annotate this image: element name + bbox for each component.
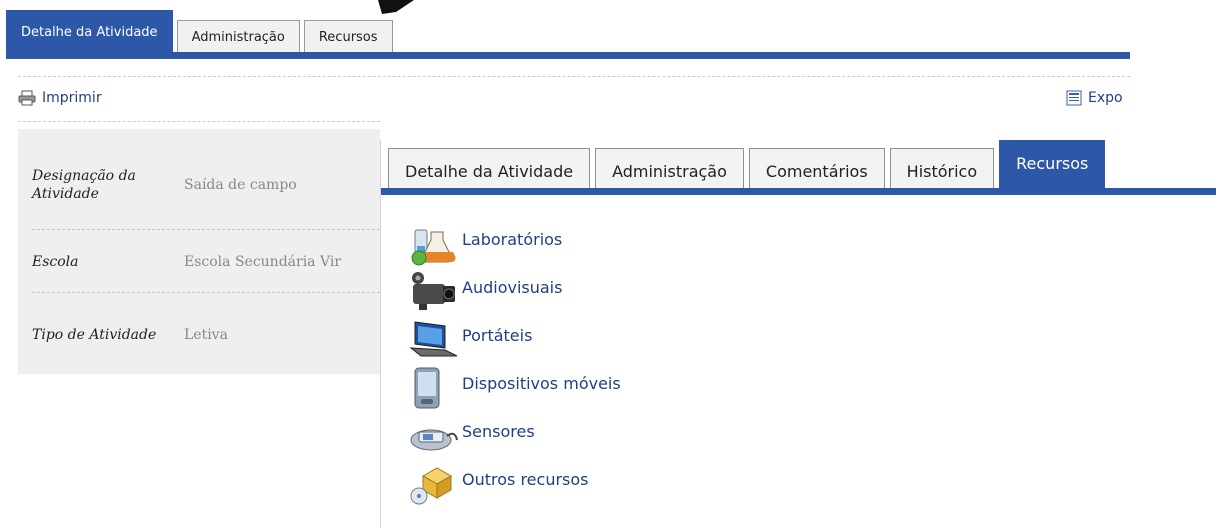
laboratory-icon [411,229,456,266]
list-item-outros-recursos[interactable]: Outros recursos [409,460,621,508]
activity-details-table: Designação da Atividade Saída de campo E… [18,129,380,374]
print-label: Imprimir [42,90,102,106]
print-link[interactable]: Imprimir [18,90,102,106]
list-item-laboratorios[interactable]: Laboratórios [409,220,621,268]
background-tab-bar: Detalhe da Atividade Administração Recur… [6,10,397,54]
detail-label: Tipo de Atividade [32,327,157,343]
detail-row-designacao: Designação da Atividade Saída de campo [18,133,380,237]
resource-label: Portáteis [462,325,533,345]
detail-value: Escola Secundária Vir [184,254,342,270]
resources-list: Laboratórios Audiovisuais Portáteis Disp… [409,220,621,508]
laptop-icon [409,321,458,357]
camcorder-icon [412,272,455,310]
resource-label: Dispositivos móveis [462,373,621,393]
detail-row-escola: Escola Escola Secundária Vir [18,230,380,294]
resource-label: Audiovisuais [462,277,563,297]
mobile-device-icon [414,367,440,409]
tab-historico[interactable]: Histórico [889,148,995,193]
divider [18,76,1130,77]
divider [18,121,380,122]
list-item-portateis[interactable]: Portáteis [409,316,621,364]
word-document-icon [1066,90,1082,106]
list-item-dispositivos-moveis[interactable]: Dispositivos móveis [409,364,621,412]
printer-icon [18,90,36,106]
export-label: Expo [1088,90,1123,106]
detail-value: Saída de campo [184,177,297,193]
panel-tab-bar: Detalhe da Atividade Administração Comen… [388,140,1110,193]
resource-label: Laboratórios [462,229,563,249]
bg-tab-recursos[interactable]: Recursos [303,20,393,54]
resources-panel: Detalhe da Atividade Administração Comen… [380,140,1216,528]
background-tab-underline [6,52,1130,59]
panel-tab-underline [381,188,1216,195]
row-divider [32,292,380,293]
resource-label: Sensores [462,421,535,441]
detail-row-tipo: Tipo de Atividade Letiva [18,294,380,376]
other-resources-icon [410,467,453,505]
tab-detalhe-da-atividade[interactable]: Detalhe da Atividade [388,148,591,193]
tab-recursos[interactable]: Recursos [999,140,1106,193]
bg-tab-detalhe[interactable]: Detalhe da Atividade [6,10,173,54]
detail-label: Designação da Atividade [32,168,136,202]
export-link[interactable]: Expo [1066,90,1123,106]
sensor-icon [410,429,458,451]
bg-tab-administracao[interactable]: Administração [176,20,300,54]
list-item-audiovisuais[interactable]: Audiovisuais [409,268,621,316]
resource-label: Outros recursos [462,469,589,489]
tab-comentarios[interactable]: Comentários [748,148,885,193]
tab-administracao[interactable]: Administração [595,148,744,193]
list-item-sensores[interactable]: Sensores [409,412,621,460]
detail-value: Letiva [184,327,228,343]
detail-label: Escola [32,254,79,270]
